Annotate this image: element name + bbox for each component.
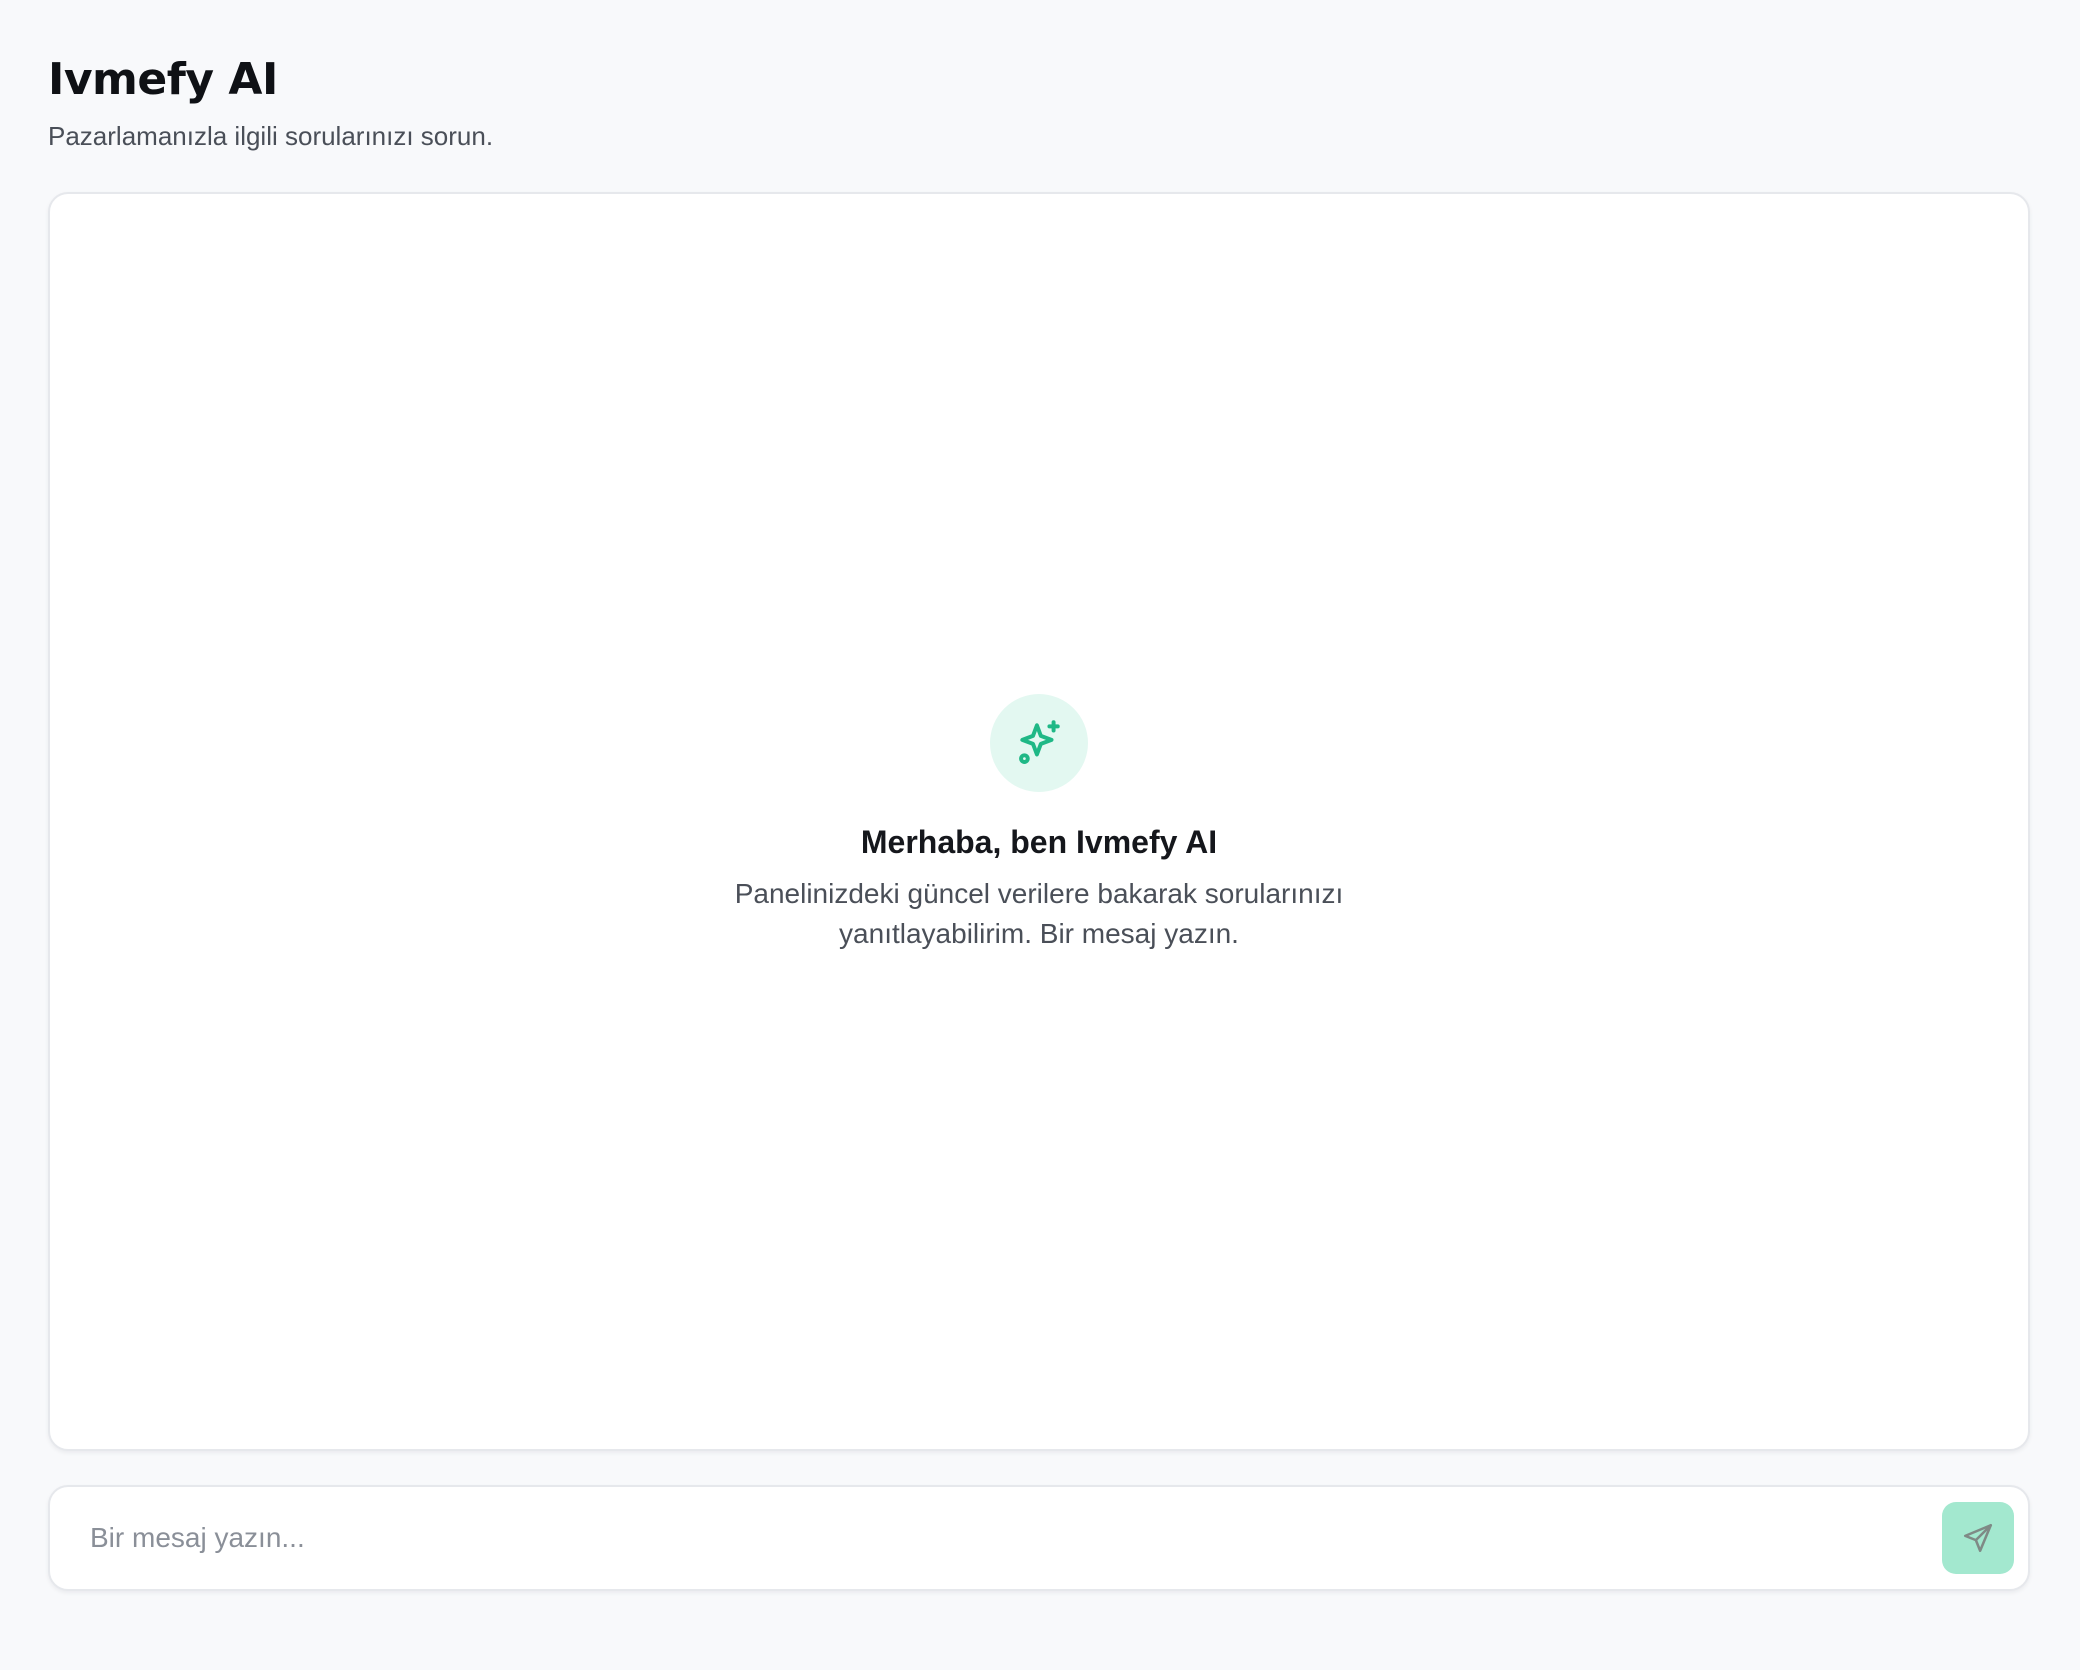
message-input[interactable] (50, 1487, 1942, 1589)
empty-state: Merhaba, ben Ivmefy AI Panelinizdeki gün… (50, 694, 2028, 954)
send-icon (1963, 1523, 1993, 1553)
empty-state-description: Panelinizdeki güncel verilere bakarak so… (734, 878, 1344, 949)
empty-state-title: Merhaba, ben Ivmefy AI (860, 824, 1218, 860)
message-composer (48, 1485, 2030, 1591)
send-button[interactable] (1942, 1502, 2014, 1574)
page-header: Ivmefy AI Pazarlamanızla ilgili soruları… (48, 48, 493, 154)
page-subtitle: Pazarlamanızla ilgili sorularınızı sorun… (48, 121, 494, 151)
page-title: Ivmefy AI (48, 54, 278, 105)
sparkles-icon (990, 694, 1088, 792)
chat-messages-panel: Merhaba, ben Ivmefy AI Panelinizdeki gün… (48, 192, 2030, 1451)
